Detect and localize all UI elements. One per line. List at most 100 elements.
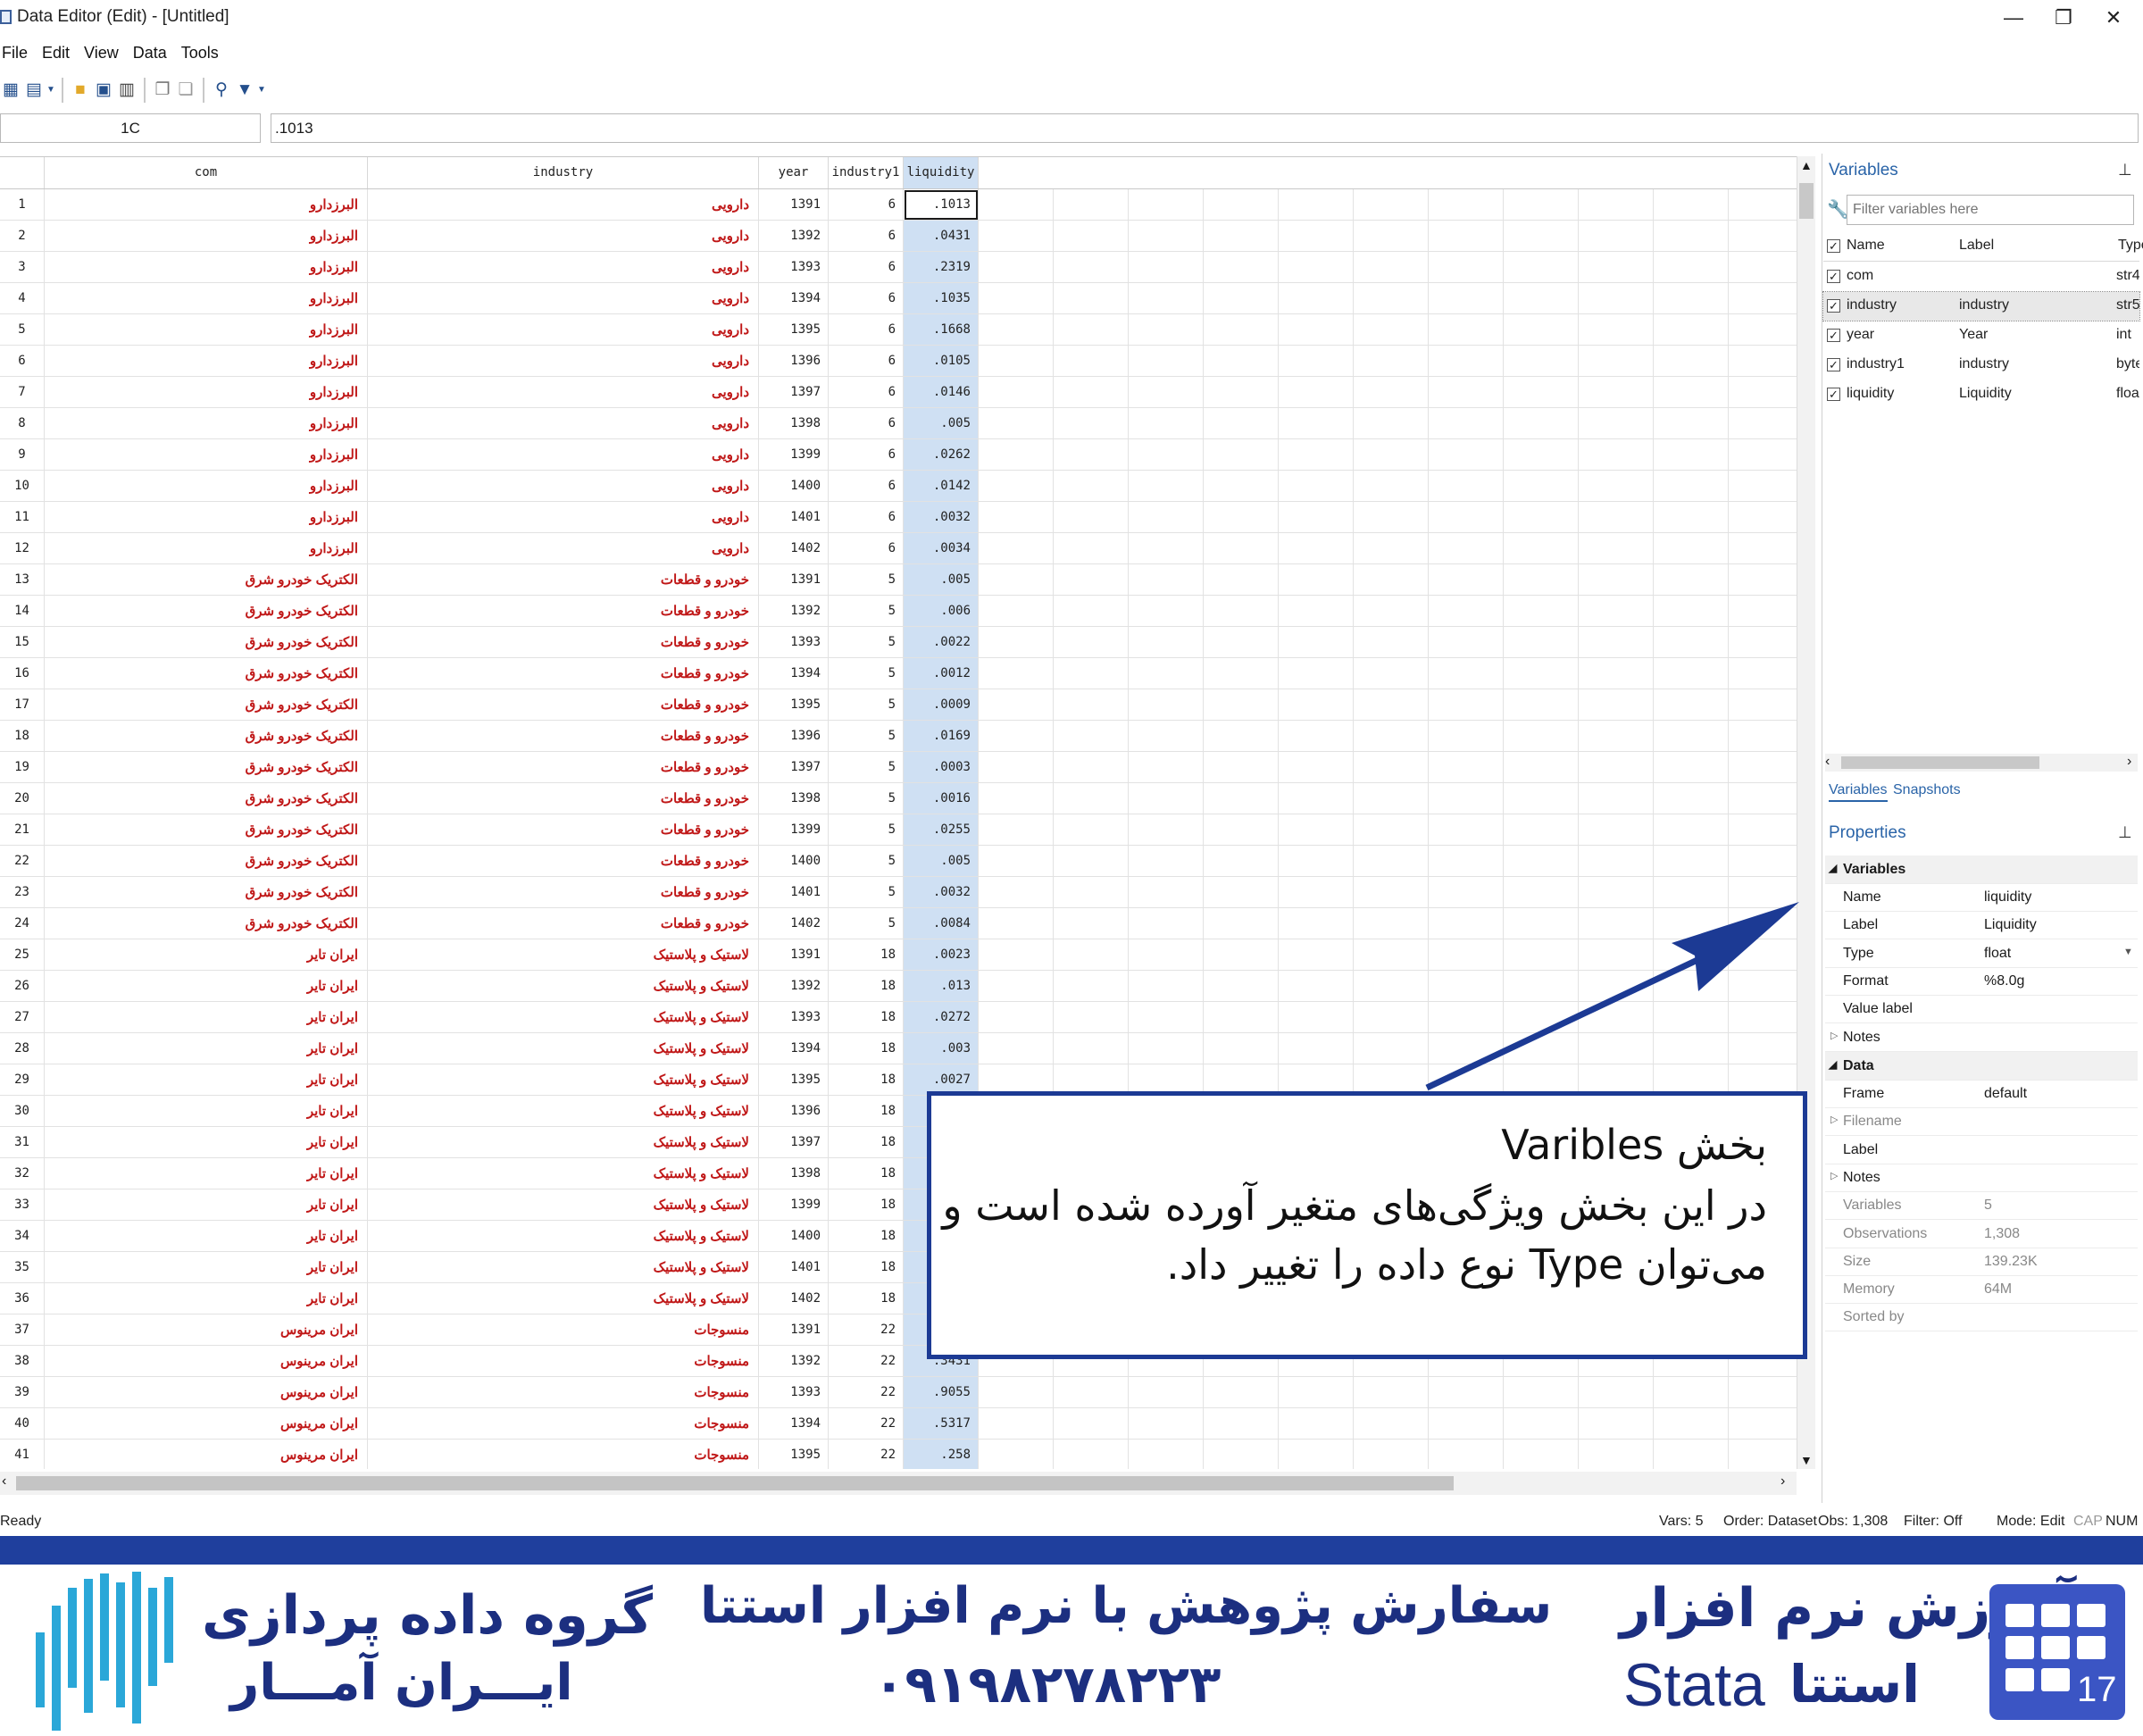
empty-cell[interactable] [1129,1002,1204,1033]
expand-icon[interactable]: ▷ [1830,1170,1838,1181]
cell-year[interactable]: 1394 [759,658,829,689]
empty-cell[interactable] [1279,877,1354,908]
cell-industry[interactable]: خودرو و قطعات [368,627,759,658]
cell-industry[interactable]: لاستیک و پلاستیک [368,1189,759,1221]
cell-liquidity[interactable]: .005 [904,846,979,877]
row-number[interactable]: 27 [0,1002,45,1033]
empty-cell[interactable] [1429,752,1504,783]
menu-file[interactable]: File [0,39,35,66]
cell-industry[interactable]: لاستیک و پلاستیک [368,1221,759,1252]
empty-cell[interactable] [1279,1440,1354,1469]
empty-cell[interactable] [1654,1408,1729,1440]
empty-cell[interactable] [1654,752,1729,783]
cell-industry1[interactable]: 18 [829,1158,904,1189]
empty-cell[interactable] [1429,346,1504,377]
cell-year[interactable]: 1402 [759,908,829,939]
empty-cell[interactable] [1654,564,1729,596]
empty-cell[interactable] [1504,377,1579,408]
property-row[interactable]: ▷ Notes [1825,1164,2138,1192]
property-row[interactable]: Variables 5 [1825,1191,2138,1221]
cell-liquidity[interactable]: .003 [904,1033,979,1064]
empty-cell[interactable] [1429,252,1504,283]
row-number[interactable]: 29 [0,1064,45,1096]
cell-com[interactable]: الکتریک خودرو شرق [45,846,368,877]
cell-liquidity[interactable]: .0032 [904,502,979,533]
row-number[interactable]: 6 [0,346,45,377]
empty-cell[interactable] [1204,877,1279,908]
row-number[interactable]: 13 [0,564,45,596]
empty-cell[interactable] [1204,377,1279,408]
cell-liquidity[interactable]: .0431 [904,221,979,252]
empty-cell[interactable] [1054,846,1129,877]
cell-industry1[interactable]: 18 [829,1127,904,1158]
empty-cell[interactable] [1279,221,1354,252]
property-row[interactable]: Label Liquidity [1825,911,2138,940]
property-row[interactable]: Size 139.23K [1825,1248,2138,1276]
empty-cell[interactable] [1354,314,1429,346]
chevron-down-icon[interactable]: ▼ [2123,947,2133,957]
empty-cell[interactable] [1204,252,1279,283]
property-row[interactable]: Memory 64M [1825,1275,2138,1305]
scroll-right-icon[interactable]: › [2127,754,2131,770]
cell-industry1[interactable]: 22 [829,1440,904,1469]
variables-scroll-thumb[interactable] [1841,756,2039,769]
cell-year[interactable]: 1393 [759,252,829,283]
empty-cell[interactable] [1654,846,1729,877]
cell-com[interactable]: ایران تایر [45,1189,368,1221]
empty-cell[interactable] [1354,252,1429,283]
empty-cell[interactable] [1579,564,1654,596]
cell-liquidity[interactable]: .0084 [904,908,979,939]
empty-cell[interactable] [1579,752,1654,783]
empty-cell[interactable] [1204,439,1279,471]
column-header-industry1[interactable]: industry1 [829,157,904,188]
empty-cell[interactable] [1279,189,1354,221]
cell-year[interactable]: 1397 [759,377,829,408]
empty-cell[interactable] [1729,564,1797,596]
properties-section-variables[interactable]: ◢ Variables [1825,855,2138,884]
horizontal-scroll-thumb[interactable] [16,1476,1454,1490]
cell-com[interactable]: ایران تایر [45,1096,368,1127]
row-number[interactable]: 32 [0,1158,45,1189]
empty-cell[interactable] [1204,814,1279,846]
empty-cell[interactable] [979,189,1054,221]
cell-com[interactable]: البرزدارو [45,377,368,408]
empty-cell[interactable] [1504,346,1579,377]
empty-cell[interactable] [979,533,1054,564]
row-number[interactable]: 1 [0,189,45,221]
cell-industry1[interactable]: 5 [829,877,904,908]
empty-cell[interactable] [1579,846,1654,877]
row-number[interactable]: 30 [0,1096,45,1127]
row-number[interactable]: 8 [0,408,45,439]
empty-cell[interactable] [1054,658,1129,689]
chevron-down-icon[interactable]: ▼ [46,79,55,101]
empty-cell[interactable] [979,252,1054,283]
empty-cell[interactable] [1729,252,1797,283]
menu-edit[interactable]: Edit [35,39,77,66]
cell-editor-input[interactable]: .1013 [271,113,2139,143]
empty-cell[interactable] [1054,564,1129,596]
empty-cell[interactable] [1054,1033,1129,1064]
cell-industry1[interactable]: 6 [829,252,904,283]
empty-cell[interactable] [1429,783,1504,814]
cell-industry1[interactable]: 22 [829,1377,904,1408]
empty-cell[interactable] [1654,252,1729,283]
cell-industry1[interactable]: 5 [829,908,904,939]
cell-year[interactable]: 1394 [759,1408,829,1440]
empty-cell[interactable] [1204,658,1279,689]
cell-industry1[interactable]: 5 [829,752,904,783]
cell-liquidity[interactable]: .0022 [904,627,979,658]
empty-cell[interactable] [1654,283,1729,314]
cell-industry1[interactable]: 18 [829,1252,904,1283]
empty-cell[interactable] [1354,1002,1429,1033]
empty-cell[interactable] [1279,658,1354,689]
empty-cell[interactable] [1654,471,1729,502]
cell-year[interactable]: 1397 [759,1127,829,1158]
row-number[interactable]: 25 [0,939,45,971]
empty-cell[interactable] [1054,502,1129,533]
save-icon[interactable]: ▣ [93,79,114,101]
empty-cell[interactable] [1354,783,1429,814]
tab-snapshots[interactable]: Snapshots [1893,782,1961,798]
minimize-button[interactable]: — [1987,4,2040,32]
column-header-year[interactable]: year [759,157,829,188]
empty-cell[interactable] [1654,439,1729,471]
